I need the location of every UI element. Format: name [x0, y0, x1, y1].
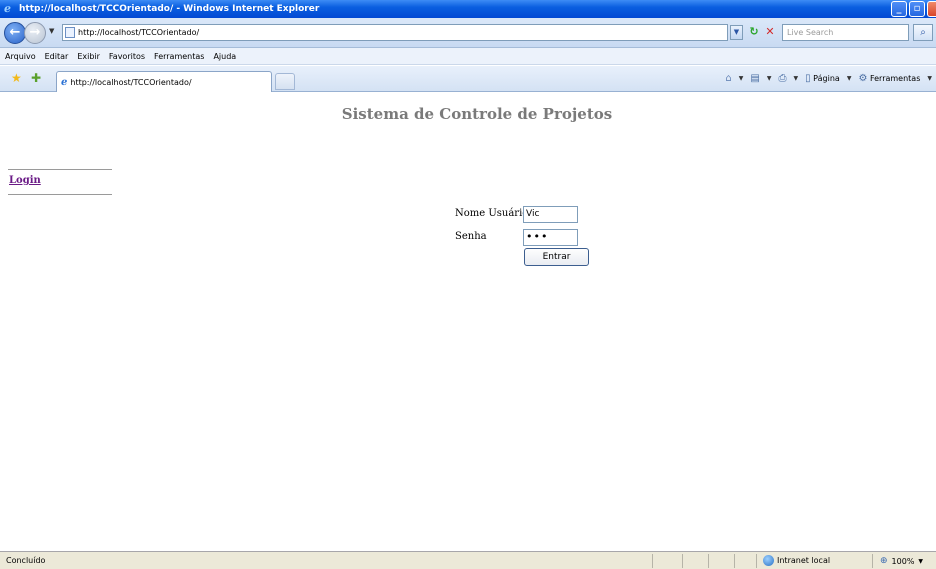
nav-divider-bottom — [8, 194, 112, 195]
entrar-button[interactable]: Entrar — [524, 248, 589, 266]
tools-menu[interactable]: ⚙ Ferramentas — [858, 73, 920, 84]
home-icon[interactable]: ⌂ — [725, 73, 731, 84]
menu-item-arquivo[interactable]: Arquivo — [5, 52, 36, 61]
menu-item-exibir[interactable]: Exibir — [77, 52, 100, 61]
username-field[interactable]: Vic — [523, 206, 578, 223]
new-tab-button[interactable] — [275, 73, 295, 90]
menu-item-editar[interactable]: Editar — [45, 52, 69, 61]
status-divider — [734, 554, 735, 568]
refresh-icon[interactable]: ↻ — [747, 25, 761, 40]
back-button[interactable]: ← — [4, 22, 26, 44]
search-input[interactable]: Live Search — [782, 24, 909, 41]
home-dropdown-icon[interactable]: ▼ — [739, 75, 744, 82]
tools-dropdown-icon[interactable]: ▼ — [927, 75, 932, 82]
status-divider — [652, 554, 653, 568]
status-divider — [708, 554, 709, 568]
forward-button[interactable]: → — [24, 22, 46, 44]
menu-item-favoritos[interactable]: Favoritos — [109, 52, 145, 61]
feeds-dropdown-icon[interactable]: ▼ — [767, 75, 772, 82]
tab-bar: ★ ✚ ℯ http://localhost/TCCOrientado/ ⌂ ▼… — [0, 66, 936, 92]
password-label: Senha — [455, 231, 487, 242]
menu-item-ferramentas[interactable]: Ferramentas — [154, 52, 204, 61]
status-divider — [872, 554, 873, 568]
page-content: Sistema de Controle de Projetos Login No… — [0, 93, 936, 551]
status-divider — [756, 554, 757, 568]
status-divider — [682, 554, 683, 568]
close-button[interactable] — [927, 1, 936, 17]
page-dropdown-icon[interactable]: ▼ — [847, 75, 852, 82]
tools-gear-icon: ⚙ — [858, 73, 868, 84]
login-link[interactable]: Login — [9, 175, 41, 186]
intranet-globe-icon — [763, 555, 774, 566]
zoom-level: 100% — [891, 556, 915, 566]
search-icon[interactable]: ⌕ — [913, 24, 933, 41]
stop-icon[interactable]: ✕ — [763, 25, 777, 40]
tab-current[interactable]: ℯ http://localhost/TCCOrientado/ — [56, 71, 272, 92]
print-icon[interactable]: ⎙ — [778, 73, 786, 84]
page-menu[interactable]: ▯ Página — [805, 73, 840, 84]
menu-item-ajuda[interactable]: Ajuda — [213, 52, 236, 61]
page-menu-label: Página — [813, 74, 840, 83]
page-menu-icon: ▯ — [805, 73, 811, 84]
favorites-star-icon[interactable]: ★ — [11, 72, 22, 84]
minimize-button[interactable]: _ — [891, 1, 907, 17]
tab-title: http://localhost/TCCOrientado/ — [70, 77, 192, 87]
menu-bar: Arquivo Editar Exibir Favoritos Ferramen… — [0, 48, 936, 65]
print-dropdown-icon[interactable]: ▼ — [793, 75, 798, 82]
tab-page-icon: ℯ — [61, 76, 68, 88]
nav-divider-top — [8, 169, 112, 170]
username-label: Nome Usuário — [455, 208, 529, 219]
window-controls: _ ▫ — [891, 1, 936, 17]
maximize-button[interactable]: ▫ — [909, 1, 925, 17]
security-zone[interactable]: Intranet local — [763, 555, 830, 566]
page-icon — [65, 27, 75, 38]
status-bar: Concluído Intranet local ⊕ 100% ▼ — [0, 551, 936, 569]
zoom-control[interactable]: ⊕ 100% ▼ — [880, 556, 923, 566]
zoom-dropdown-icon[interactable]: ▼ — [918, 558, 923, 565]
window-title-bar[interactable]: ℯ http://localhost/TCCOrientado/ - Windo… — [0, 0, 936, 18]
tools-menu-label: Ferramentas — [869, 74, 921, 83]
command-bar: ⌂ ▼ ▤ ▼ ⎙ ▼ ▯ Página ▼ ⚙ Ferramentas ▼ — [725, 73, 932, 84]
address-url: http://localhost/TCCOrientado/ — [78, 28, 200, 37]
window-title: http://localhost/TCCOrientado/ - Windows… — [19, 4, 320, 14]
zone-label: Intranet local — [777, 556, 831, 565]
recent-pages-dropdown-icon[interactable]: ▼ — [49, 27, 54, 35]
feeds-icon[interactable]: ▤ — [750, 73, 759, 84]
zoom-icon: ⊕ — [880, 556, 888, 566]
address-field[interactable]: http://localhost/TCCOrientado/ — [62, 24, 728, 41]
add-favorite-icon[interactable]: ✚ — [31, 72, 41, 84]
status-text: Concluído — [6, 556, 46, 565]
address-dropdown-icon[interactable]: ▼ — [730, 25, 743, 40]
ie-logo-icon: ℯ — [4, 2, 11, 15]
navigation-bar: ← → ▼ http://localhost/TCCOrientado/ ▼ ↻… — [0, 18, 936, 48]
page-title: Sistema de Controle de Projetos — [341, 105, 613, 123]
password-field[interactable]: ••• — [523, 229, 578, 246]
